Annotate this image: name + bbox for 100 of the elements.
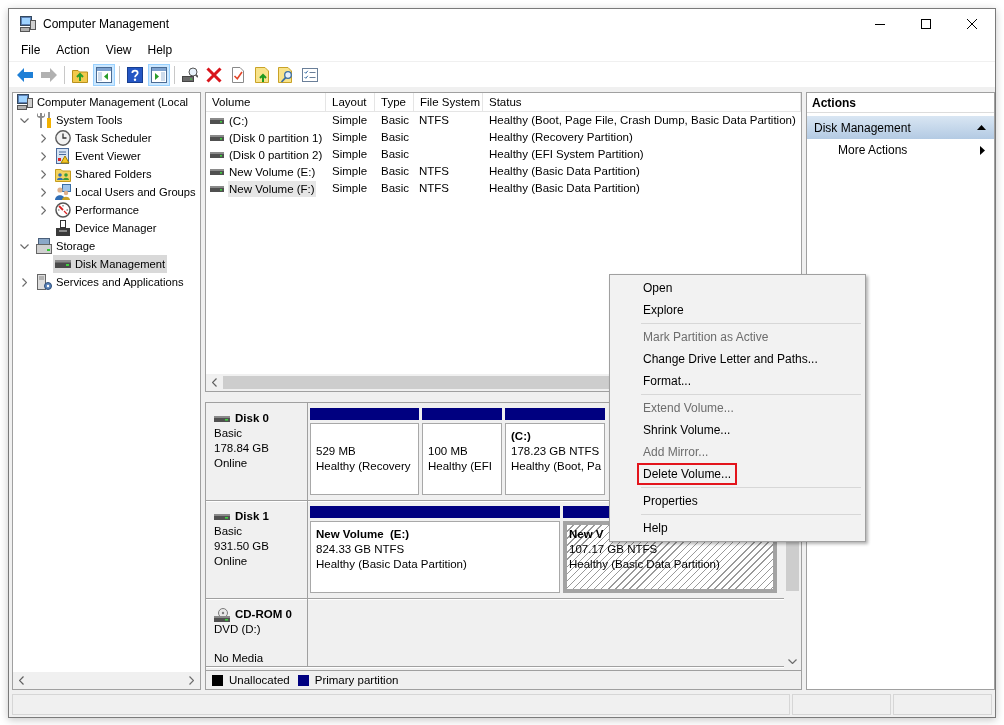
scroll-right-icon[interactable] bbox=[189, 676, 194, 685]
table-cell-text: NTFS bbox=[418, 164, 451, 179]
scroll-left-icon[interactable] bbox=[19, 676, 24, 685]
menu-item[interactable]: Shrink Volume... bbox=[637, 419, 737, 441]
computer-icon bbox=[20, 16, 36, 32]
event-log-icon bbox=[55, 148, 71, 164]
table-cell[interactable]: New Volume (F:) bbox=[228, 180, 316, 197]
chevron-right-icon[interactable] bbox=[41, 133, 46, 143]
menu-item[interactable]: Delete Volume... bbox=[637, 463, 738, 485]
drive-magnifier-icon bbox=[182, 66, 198, 83]
chevron-right-icon[interactable] bbox=[41, 205, 46, 215]
partition-status: Healthy (EFI bbox=[428, 459, 492, 474]
scroll-left-icon[interactable] bbox=[212, 378, 217, 387]
horizontal-scrollbar[interactable] bbox=[13, 672, 200, 689]
tree-item[interactable]: Performance bbox=[53, 201, 142, 219]
menu-item[interactable]: File bbox=[13, 40, 49, 60]
partition-size: 178.23 GB NTFS bbox=[511, 444, 600, 459]
table-cell-text: Basic bbox=[380, 113, 411, 128]
drive-icon bbox=[210, 168, 224, 175]
tree-item[interactable]: System Tools bbox=[34, 111, 125, 129]
drive-icon bbox=[210, 151, 224, 158]
forward-arrow-icon bbox=[41, 66, 57, 83]
tree-item[interactable]: Shared Folders bbox=[53, 165, 154, 183]
gauge-icon bbox=[55, 202, 71, 218]
toolbar-button[interactable] bbox=[93, 63, 115, 86]
table-cell-text: Basic bbox=[380, 147, 411, 162]
column-header[interactable]: Layout bbox=[326, 93, 375, 112]
menu-item[interactable]: Properties bbox=[637, 490, 704, 512]
column-header[interactable]: Volume bbox=[206, 93, 326, 112]
table-cell[interactable]: New Volume (E:) bbox=[228, 163, 317, 180]
partition-box[interactable]: (C:) 178.23 GB NTFS Healthy (Boot, Pa bbox=[505, 423, 605, 495]
computer-icon bbox=[17, 94, 33, 110]
tree-item[interactable]: Task Scheduler bbox=[53, 129, 154, 147]
menu-item[interactable]: Change Drive Letter and Paths... bbox=[637, 348, 824, 370]
table-cell-text: Healthy (Boot, Page File, Crash Dump, Basic Data Partition) bbox=[488, 113, 797, 128]
partition-name: (C:) bbox=[511, 429, 531, 444]
menu-item[interactable]: Action bbox=[48, 40, 98, 60]
tree-item[interactable]: Event Viewer bbox=[53, 147, 143, 165]
table-cell-text: Basic bbox=[380, 130, 411, 145]
tree-item[interactable]: Services and Applications bbox=[34, 273, 186, 291]
chevron-right-icon[interactable] bbox=[41, 169, 46, 179]
menu-item[interactable]: View bbox=[97, 40, 140, 60]
partition-box[interactable]: 100 MB Healthy (EFI bbox=[422, 423, 502, 495]
help-icon bbox=[127, 66, 143, 83]
column-header[interactable]: File System bbox=[414, 93, 483, 112]
table-cell-text: Simple bbox=[331, 181, 369, 196]
chevron-right-icon[interactable] bbox=[22, 277, 27, 287]
menu-item[interactable]: Open bbox=[637, 277, 679, 299]
folder-search-icon bbox=[278, 66, 294, 83]
section-header[interactable]: Disk Management bbox=[807, 116, 994, 139]
partition-box[interactable]: New Volume (E:) 824.33 GB NTFS Healthy (Basic Data Partition) bbox=[310, 521, 560, 593]
column-header[interactable]: Type bbox=[375, 93, 414, 112]
folder-arrow-icon bbox=[254, 66, 270, 83]
disk-drive-icon bbox=[214, 513, 230, 520]
disk-info: No Media bbox=[214, 651, 264, 666]
table-cell-text: Simple bbox=[331, 130, 369, 145]
table-cell-text: Simple bbox=[331, 147, 369, 162]
disk-info: Basic bbox=[214, 524, 243, 539]
table-cell-text: NTFS bbox=[418, 113, 451, 128]
tree-item[interactable]: Local Users and Groups bbox=[53, 183, 198, 201]
table-cell[interactable]: (C:) bbox=[228, 112, 250, 129]
partition-status: Healthy (Basic Data Partition) bbox=[569, 557, 720, 572]
scroll-down-icon[interactable] bbox=[788, 659, 797, 664]
close-icon bbox=[967, 19, 977, 29]
menu-item[interactable]: Format... bbox=[637, 370, 697, 392]
drive-icon bbox=[210, 134, 224, 141]
legend-label: Unallocated bbox=[229, 674, 290, 686]
table-cell[interactable]: (Disk 0 partition 2) bbox=[228, 146, 324, 163]
disk-info: Online bbox=[214, 456, 248, 471]
menu-item[interactable]: Explore bbox=[637, 299, 690, 321]
disk-name: Disk 0 bbox=[235, 411, 269, 426]
disk-info: Online bbox=[214, 554, 248, 569]
cross-icon bbox=[206, 66, 222, 83]
action-link[interactable]: More Actions bbox=[807, 139, 994, 161]
menu-item[interactable]: Help bbox=[139, 40, 181, 60]
partition-status: Healthy (Basic Data Partition) bbox=[316, 557, 467, 572]
table-cell-text: Simple bbox=[331, 113, 369, 128]
disk-info: 931.50 GB bbox=[214, 539, 269, 554]
chevron-right-icon[interactable] bbox=[41, 151, 46, 161]
tree-item[interactable]: Storage bbox=[34, 237, 98, 255]
table-cell-text: Healthy (Basic Data Partition) bbox=[488, 181, 641, 196]
collapse-triangle-icon[interactable] bbox=[977, 125, 986, 130]
tree-item[interactable]: Computer Management (Local bbox=[15, 93, 191, 111]
disk-drive-icon bbox=[214, 415, 230, 422]
table-cell-text: Basic bbox=[380, 164, 411, 179]
chevron-down-icon[interactable] bbox=[20, 117, 29, 123]
back-arrow-icon bbox=[17, 66, 33, 83]
column-header[interactable]: Status bbox=[483, 93, 801, 112]
chevron-right-icon[interactable] bbox=[41, 187, 46, 197]
tree-item[interactable]: Device Manager bbox=[53, 219, 159, 237]
tree-item[interactable]: Disk Management bbox=[53, 255, 168, 273]
chevron-down-icon[interactable] bbox=[20, 243, 29, 249]
table-cell-text: Healthy (Basic Data Partition) bbox=[488, 164, 641, 179]
toolbar-button[interactable] bbox=[148, 63, 170, 86]
partition-name: New V bbox=[569, 527, 604, 542]
partition-box[interactable]: 529 MB Healthy (Recovery bbox=[310, 423, 419, 495]
table-cell[interactable]: (Disk 0 partition 1) bbox=[228, 129, 324, 146]
tree-pane-icon bbox=[96, 66, 112, 83]
window-title: Computer Management bbox=[43, 17, 170, 31]
users-icon bbox=[55, 184, 71, 200]
